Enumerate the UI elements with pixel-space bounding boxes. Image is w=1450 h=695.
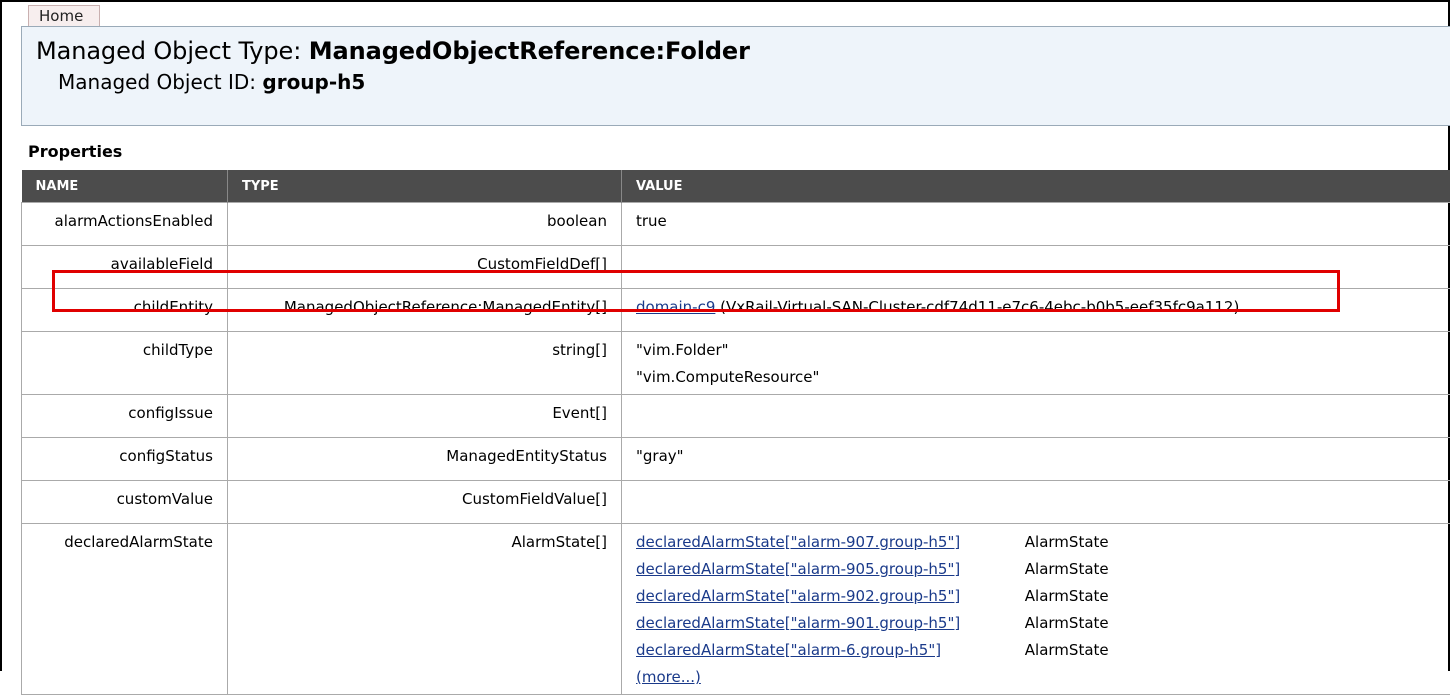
column-header-name: NAME xyxy=(22,170,228,203)
property-value: "vim.Folder" "vim.ComputeResource" xyxy=(622,332,1450,395)
alarm-state-item: declaredAlarmState["alarm-6.group-h5"] A… xyxy=(636,637,1447,664)
property-value: declaredAlarmState["alarm-907.group-h5"]… xyxy=(622,524,1450,695)
alarm-state-item: declaredAlarmState["alarm-901.group-h5"]… xyxy=(636,610,1447,637)
property-name: declaredAlarmState xyxy=(22,524,228,695)
property-value: "gray" xyxy=(622,438,1450,481)
property-name: customValue xyxy=(22,481,228,524)
alarm-state-link[interactable]: declaredAlarmState["alarm-907.group-h5"] xyxy=(636,529,1020,556)
table-header-row: NAME TYPE VALUE xyxy=(22,170,1450,203)
highlight-box xyxy=(52,270,1340,312)
property-value xyxy=(622,481,1450,524)
type-label: Managed Object Type: xyxy=(36,37,301,65)
property-name: childType xyxy=(22,332,228,395)
table-row: configIssue Event[] xyxy=(22,395,1450,438)
property-value: true xyxy=(622,203,1450,246)
alarm-state-link[interactable]: declaredAlarmState["alarm-905.group-h5"] xyxy=(636,556,1020,583)
alarm-state-type: AlarmState xyxy=(1025,614,1109,632)
alarm-state-item: declaredAlarmState["alarm-902.group-h5"]… xyxy=(636,583,1447,610)
id-value: group-h5 xyxy=(262,70,365,94)
alarm-state-link[interactable]: declaredAlarmState["alarm-902.group-h5"] xyxy=(636,583,1020,610)
column-header-type: TYPE xyxy=(228,170,622,203)
property-name: configStatus xyxy=(22,438,228,481)
property-type: ManagedEntityStatus xyxy=(228,438,622,481)
id-label: Managed Object ID: xyxy=(58,70,256,94)
property-type: CustomFieldValue[] xyxy=(228,481,622,524)
alarm-state-type: AlarmState xyxy=(1025,587,1109,605)
property-type: string[] xyxy=(228,332,622,395)
properties-heading: Properties xyxy=(28,142,122,161)
tab-home[interactable]: Home xyxy=(28,5,100,27)
table-row: alarmActionsEnabled boolean true xyxy=(22,203,1450,246)
more-item: (more...) xyxy=(636,664,1447,691)
table-row: childType string[] "vim.Folder" "vim.Com… xyxy=(22,332,1450,395)
managed-object-type: Managed Object Type: ManagedObjectRefere… xyxy=(36,37,750,65)
alarm-state-type: AlarmState xyxy=(1025,560,1109,578)
property-type: Event[] xyxy=(228,395,622,438)
child-type-value: "vim.ComputeResource" xyxy=(636,364,1447,391)
managed-object-id: Managed Object ID: group-h5 xyxy=(58,70,365,94)
property-value xyxy=(622,395,1450,438)
alarm-state-type: AlarmState xyxy=(1025,641,1109,659)
alarm-state-link[interactable]: declaredAlarmState["alarm-901.group-h5"] xyxy=(636,610,1020,637)
child-type-value: "vim.Folder" xyxy=(636,337,1447,364)
object-header: Managed Object Type: ManagedObjectRefere… xyxy=(21,26,1450,126)
property-name: configIssue xyxy=(22,395,228,438)
table-row: declaredAlarmState AlarmState[] declared… xyxy=(22,524,1450,695)
alarm-state-item: declaredAlarmState["alarm-905.group-h5"]… xyxy=(636,556,1447,583)
type-value: ManagedObjectReference:Folder xyxy=(309,37,750,65)
property-name: alarmActionsEnabled xyxy=(22,203,228,246)
alarm-state-type: AlarmState xyxy=(1025,533,1109,551)
table-row: customValue CustomFieldValue[] xyxy=(22,481,1450,524)
property-type: boolean xyxy=(228,203,622,246)
table-row: configStatus ManagedEntityStatus "gray" xyxy=(22,438,1450,481)
properties-table: NAME TYPE VALUE alarmActionsEnabled bool… xyxy=(21,170,1450,695)
column-header-value: VALUE xyxy=(622,170,1450,203)
alarm-state-link[interactable]: declaredAlarmState["alarm-6.group-h5"] xyxy=(636,637,1020,664)
alarm-state-item: declaredAlarmState["alarm-907.group-h5"]… xyxy=(636,529,1447,556)
property-type: AlarmState[] xyxy=(228,524,622,695)
